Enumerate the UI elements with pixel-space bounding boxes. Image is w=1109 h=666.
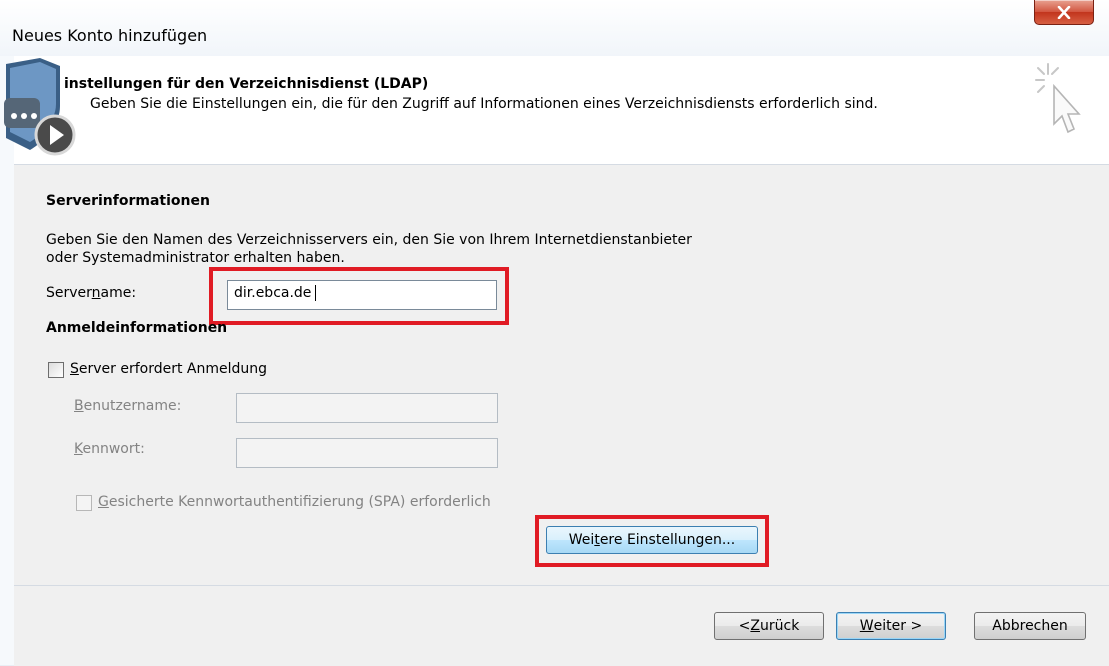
cursor-sparkle-icon	[1034, 62, 1084, 146]
back-button[interactable]: < Zurück	[714, 612, 824, 640]
window-title: Neues Konto hinzufügen	[12, 26, 208, 45]
more-settings-highlight	[535, 515, 769, 567]
spa-checkbox[interactable]	[76, 495, 92, 511]
server-info-title: Serverinformationen	[46, 193, 210, 209]
spa-label: Gesicherte Kennwortauthentifizierung (SP…	[98, 494, 491, 510]
wizard-content: Serverinformationen Geben Sie den Namen …	[14, 165, 1109, 585]
cancel-button[interactable]: Abbrechen	[974, 612, 1086, 640]
close-icon	[1057, 5, 1071, 19]
wizard-header: instellungen für den Verzeichnisdienst (…	[4, 56, 1109, 165]
login-info-title: Anmeldeinformationen	[46, 320, 228, 336]
header-subtitle: Geben Sie die Einstellungen ein, die für…	[90, 96, 878, 112]
next-button[interactable]: Weiter >	[836, 612, 946, 640]
password-input[interactable]	[236, 438, 498, 468]
username-input[interactable]	[236, 393, 498, 423]
header-title: instellungen für den Verzeichnisdienst (…	[64, 76, 429, 92]
wizard-footer: < Zurück Weiter > Abbrechen	[14, 585, 1109, 666]
servername-label: Servername:	[46, 285, 137, 301]
title-bar: Neues Konto hinzufügen	[0, 0, 1109, 56]
servername-highlight	[209, 267, 509, 325]
username-label: Benutzername:	[74, 398, 182, 414]
play-icon	[34, 114, 76, 160]
require-login-label[interactable]: Server erfordert Anmeldung	[70, 361, 267, 378]
close-button[interactable]	[1034, 0, 1094, 25]
add-account-dialog: Neues Konto hinzufügen instellungen für …	[0, 0, 1109, 666]
server-info-description-2: oder Systemadministrator erhalten haben.	[46, 250, 345, 266]
password-label: Kennwort:	[74, 441, 145, 457]
server-info-description-1: Geben Sie den Namen des Verzeichnisserve…	[46, 232, 692, 248]
require-login-checkbox[interactable]	[48, 362, 64, 378]
